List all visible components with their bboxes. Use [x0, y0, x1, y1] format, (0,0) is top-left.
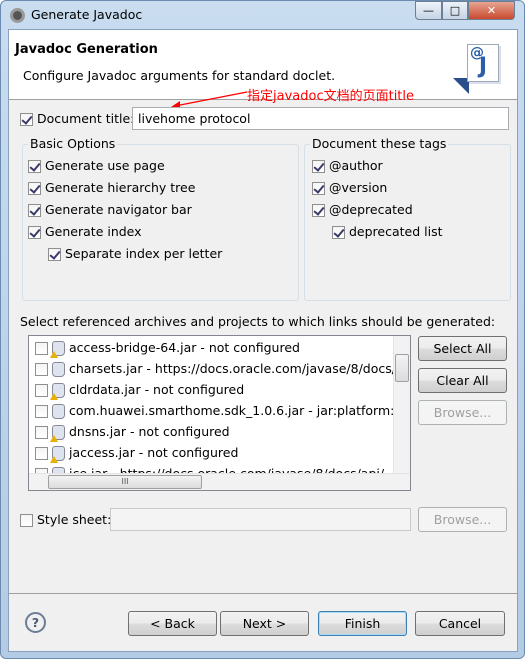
window-title: Generate Javadoc: [31, 7, 143, 22]
vertical-scrollbar[interactable]: [393, 336, 410, 473]
option-generate-hierarchy-tree[interactable]: Generate hierarchy tree: [28, 180, 195, 195]
page-description: Configure Javadoc arguments for standard…: [23, 68, 336, 83]
minimize-button[interactable]: —: [415, 1, 442, 20]
document-title-input[interactable]: [132, 107, 509, 130]
browse-style-sheet-button[interactable]: Browse...: [418, 507, 507, 532]
list-item[interactable]: charsets.jar - https://docs.oracle.com/j…: [35, 358, 410, 379]
clear-all-button[interactable]: Clear All: [418, 368, 507, 393]
next-button[interactable]: Next >: [220, 611, 309, 636]
tag-author[interactable]: @author: [312, 158, 383, 173]
checkbox[interactable]: [20, 113, 33, 126]
annotation-text: 指定javadoc文档的页面title: [247, 89, 415, 104]
list-item[interactable]: com.huawei.smarthome.sdk_1.0.6.jar - jar…: [35, 400, 410, 421]
dialog-body: Javadoc Generation Configure Javadoc arg…: [8, 29, 518, 652]
style-sheet-checkbox[interactable]: Style sheet:: [20, 512, 111, 527]
finish-button[interactable]: Finish: [318, 611, 407, 636]
option-generate-navigator-bar[interactable]: Generate navigator bar: [28, 202, 192, 217]
list-item[interactable]: dnsns.jar - not configured: [35, 421, 230, 442]
option-generate-index[interactable]: Generate index: [28, 224, 142, 239]
page-title: Javadoc Generation: [15, 42, 158, 57]
document-title-checkbox[interactable]: Document title:: [20, 111, 134, 126]
footer-divider: [9, 593, 517, 594]
scroll-thumb[interactable]: III: [48, 475, 202, 489]
list-item[interactable]: access-bridge-64.jar - not configured: [35, 337, 300, 358]
help-icon[interactable]: ?: [25, 612, 46, 633]
browse-links-button[interactable]: Browse...: [418, 400, 507, 425]
close-button[interactable]: ✕: [468, 1, 515, 20]
option-separate-index[interactable]: Separate index per letter: [48, 246, 222, 261]
back-button[interactable]: < Back: [128, 611, 217, 636]
scroll-thumb[interactable]: [395, 354, 409, 382]
style-sheet-input[interactable]: [110, 508, 411, 531]
links-label: Select referenced archives and projects …: [20, 314, 496, 329]
dialog-window: Generate Javadoc — □ ✕ Javadoc Generatio…: [0, 0, 525, 659]
tag-version[interactable]: @version: [312, 180, 387, 195]
eclipse-gear-icon: [10, 8, 25, 23]
select-all-button[interactable]: Select All: [418, 336, 507, 361]
document-title-label: Document title:: [37, 111, 135, 126]
tag-deprecated-list[interactable]: deprecated list: [332, 224, 443, 239]
tag-deprecated[interactable]: @deprecated: [312, 202, 413, 217]
cancel-button[interactable]: Cancel: [415, 611, 505, 636]
list-item[interactable]: jaccess.jar - not configured: [35, 442, 238, 463]
option-generate-use-page[interactable]: Generate use page: [28, 158, 165, 173]
list-item[interactable]: cldrdata.jar - not configured: [35, 379, 244, 400]
title-bar: Generate Javadoc — □ ✕: [1, 1, 524, 29]
links-list[interactable]: access-bridge-64.jar - not configured ch…: [28, 335, 411, 491]
basic-options-label: Basic Options: [28, 136, 118, 151]
maximize-button[interactable]: □: [442, 1, 468, 20]
tags-label: Document these tags: [310, 136, 449, 151]
horizontal-scrollbar[interactable]: III: [29, 473, 410, 490]
javadoc-wizard-icon: @ J: [467, 44, 499, 82]
